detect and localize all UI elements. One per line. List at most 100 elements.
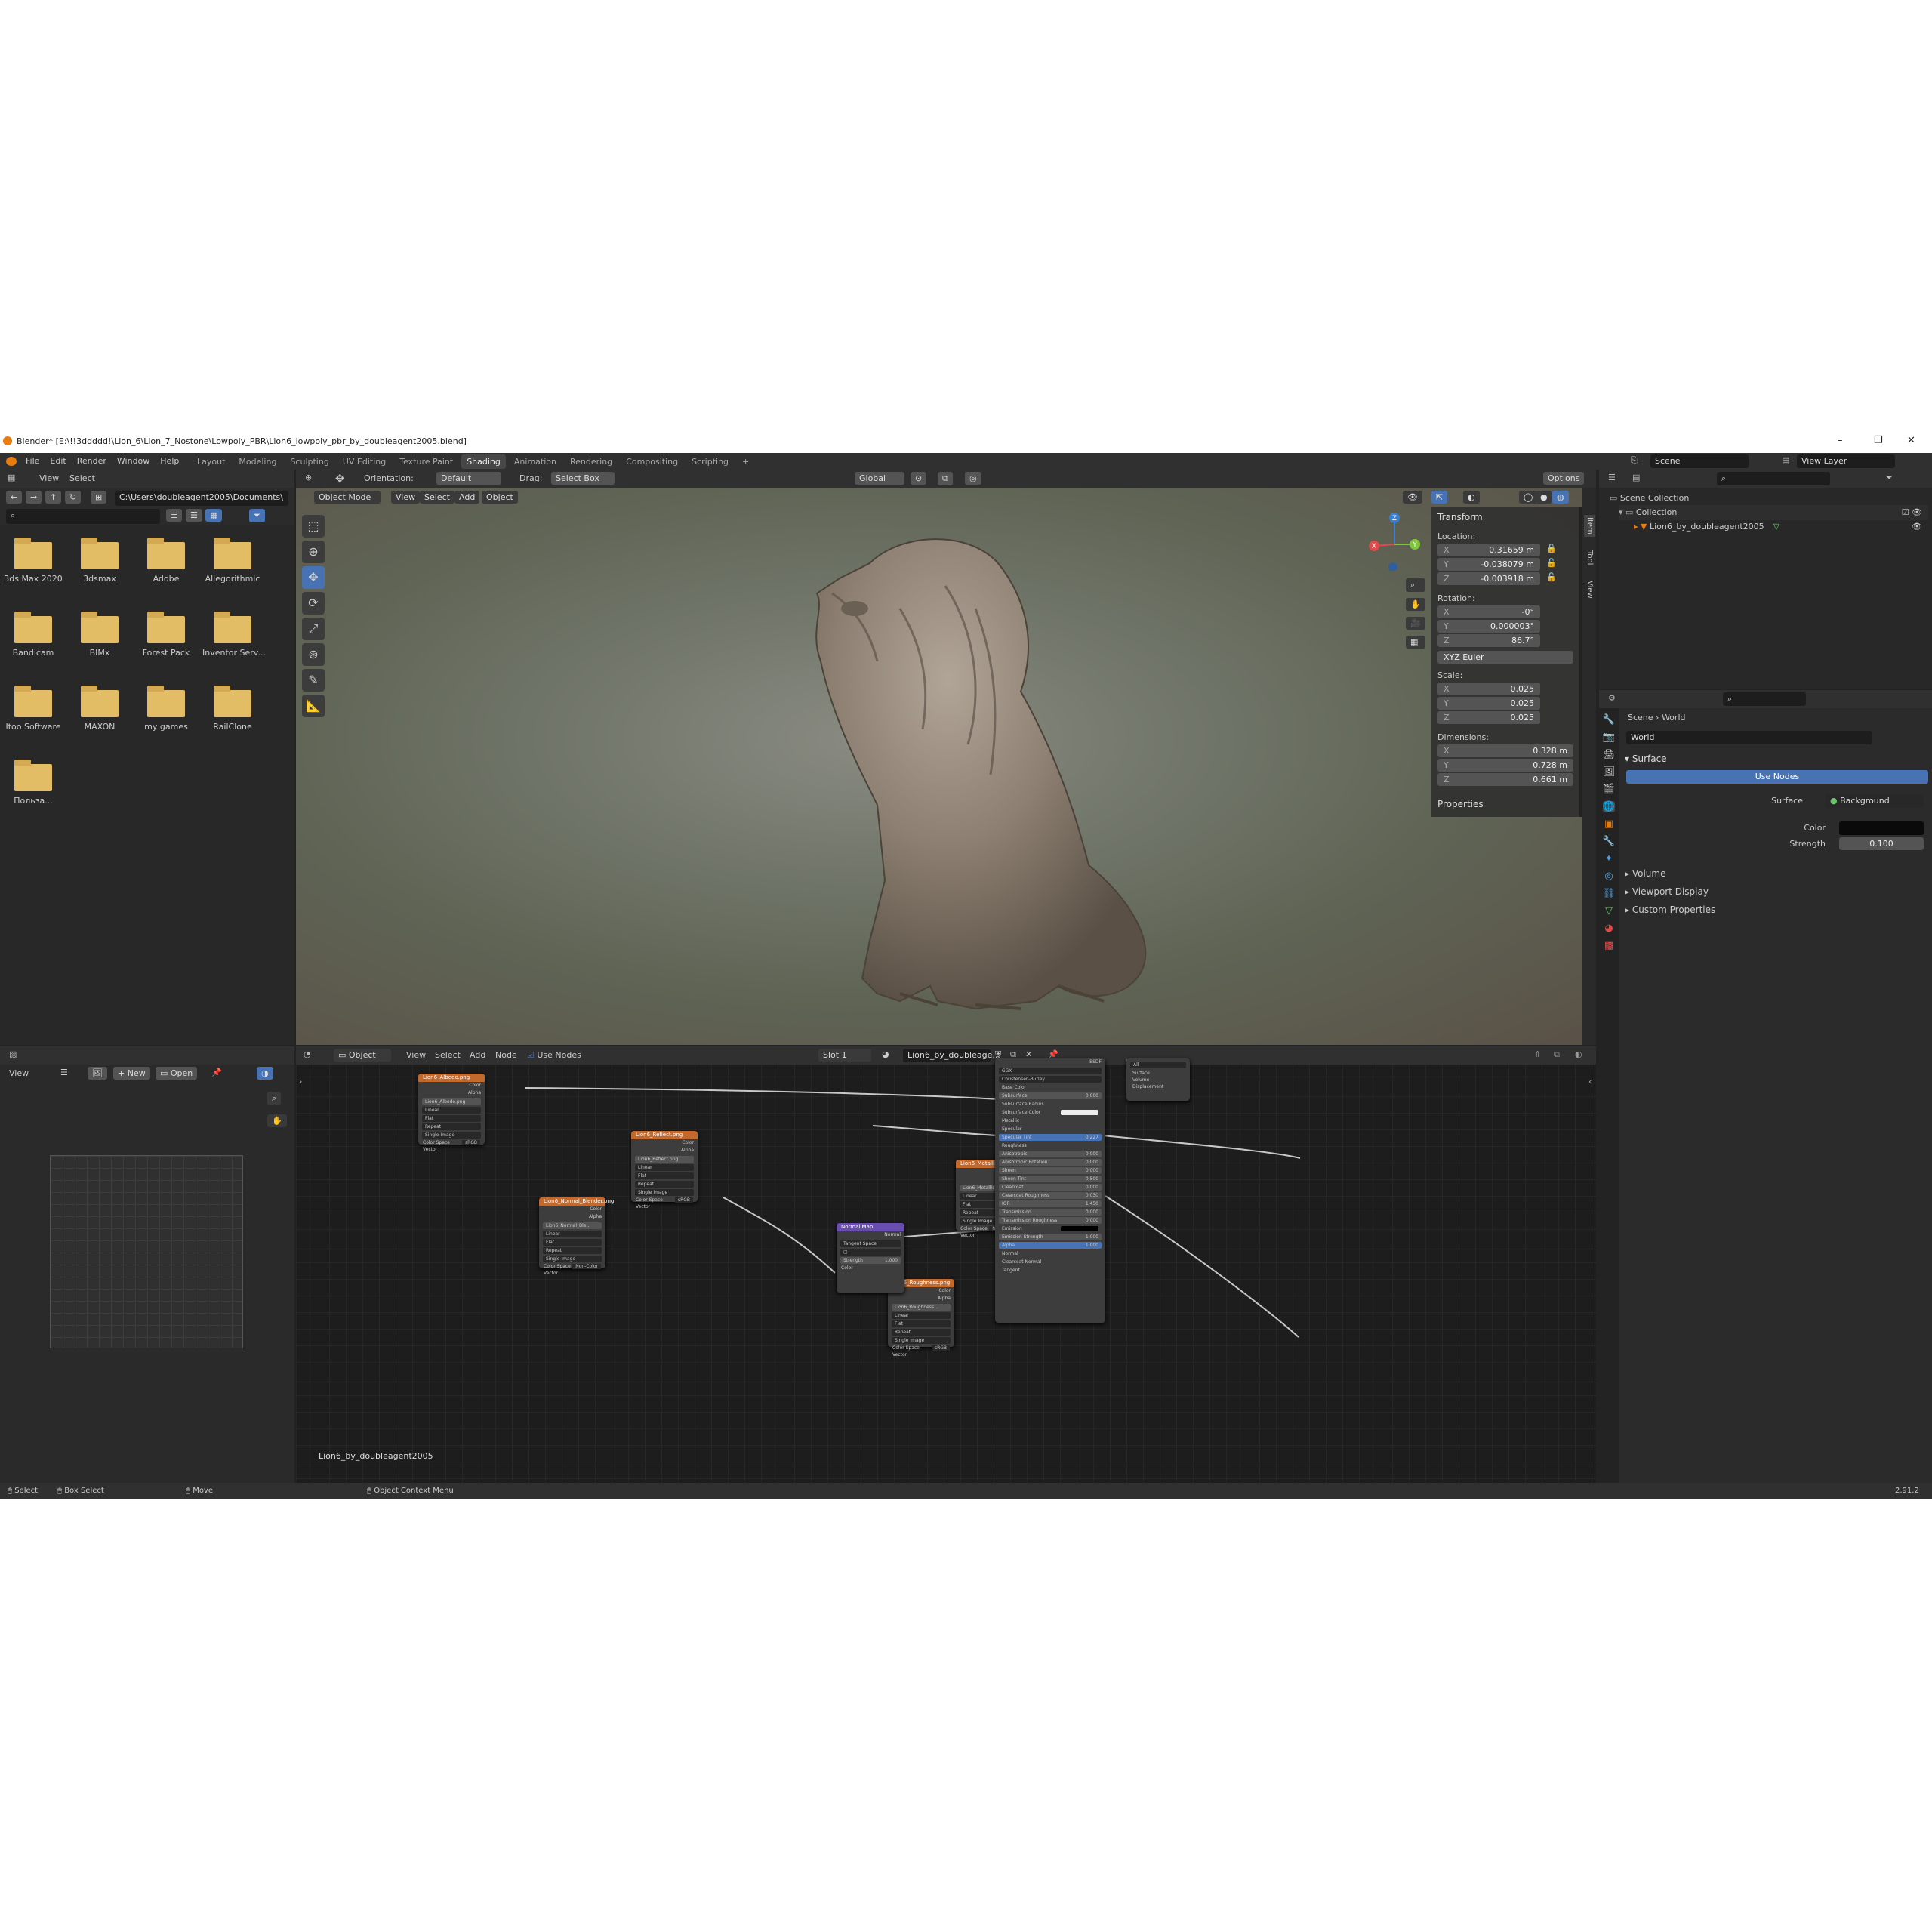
bsdf-input-anisotropic[interactable]: Anisotropic 0.000 [999,1151,1102,1157]
navigation-gizmo[interactable]: Z X Y [1368,510,1421,571]
fb-menu-view[interactable]: View [39,473,59,483]
scene-tab-icon[interactable]: 🎬 [1603,784,1615,795]
material-tab-icon[interactable]: ◕ [1604,923,1613,934]
bsdf-input-clearcoat-normal[interactable]: Clearcoat Normal [999,1259,1102,1265]
bsdf-input-ior[interactable]: IOR 1.450 [999,1200,1102,1207]
node-dropdown[interactable]: Linear [543,1231,602,1237]
workspace-tab-scripting[interactable]: Scripting [686,454,734,469]
object-row[interactable]: ▸ ▼ Lion6_by_doubleagent2005 ▽ 👁 [1634,519,1928,535]
bsdf-input-specular[interactable]: Specular [999,1126,1102,1132]
bsdf-input-transmission-roughness[interactable]: Transmission Roughness 0.000 [999,1217,1102,1224]
display-mode-icon[interactable]: ▤ [1632,473,1640,482]
tab-view[interactable]: View [1584,578,1595,601]
output-tab-icon[interactable]: 🖨 [1603,749,1616,760]
viewport-display-section[interactable]: ▸ Viewport Display [1625,886,1709,897]
world-tab-icon[interactable]: 🌐 [1602,801,1616,812]
filter-icon[interactable]: ⏷ [1886,473,1893,483]
node-dropdown[interactable]: Repeat [892,1329,951,1336]
gizmo-toggle-icon[interactable]: ⇱ [1431,491,1448,504]
shading-solid-icon[interactable]: ● [1536,491,1552,504]
view-layer-field[interactable]: View Layer [1797,454,1895,468]
folder-item[interactable]: Itoo Software [3,681,63,749]
folder-item[interactable]: Forest Pack [136,607,196,675]
visibility-icon[interactable]: ☑ 👁 [1902,505,1922,520]
overlay-toggle-icon[interactable]: ◐ [1463,491,1480,504]
bsdf-input-subsurface-radius[interactable]: Subsurface Radius [999,1101,1102,1108]
bsdf-input-roughness[interactable]: Roughness [999,1142,1102,1149]
visibility-icon[interactable]: 👁 [1403,491,1422,504]
node-dropdown[interactable]: Repeat [422,1123,481,1130]
bsdf-input-sheen-tint[interactable]: Sheen Tint 0.500 [999,1176,1102,1182]
folder-item[interactable]: 3ds Max 2020 [3,533,63,601]
bsdf-input-alpha[interactable]: Alpha 1.000 [999,1242,1102,1249]
lion-statue-model[interactable] [749,518,1428,1045]
location-y-field[interactable]: Y -0.038079 m [1437,558,1540,571]
folder-item[interactable]: Allegorithmic [202,533,263,601]
node-dropdown[interactable]: Single Image [543,1256,602,1262]
dimensions-x-field[interactable]: X 0.328 m [1437,744,1573,757]
fb-menu-select[interactable]: Select [69,473,95,483]
world-name-field[interactable]: World [1626,731,1872,744]
view-layer-icon[interactable]: ▤ [1782,455,1789,465]
bsdf-input-base-color[interactable]: Base Color [999,1084,1102,1091]
modifier-tab-icon[interactable]: 🔧 [1603,836,1615,847]
3d-viewport[interactable]: Object Mode View Select Add Object 👁 ⇱ ◐… [296,488,1582,1045]
image-file-field[interactable]: Lion6_Roughness... [892,1304,951,1311]
vp-menu-select[interactable]: Select [420,491,454,504]
node-dropdown[interactable]: Single Image [892,1337,951,1344]
annotate-tool-icon[interactable]: ✎ [302,669,325,692]
image-texture-node[interactable]: Lion6_Normal_Blender.png Color Alpha Lion6_… [539,1197,614,1276]
options-dropdown[interactable]: Options [1543,472,1585,485]
lock-icon[interactable]: 🔓 [1546,558,1557,568]
node-dropdown[interactable]: Linear [422,1107,481,1114]
move-tool-icon[interactable]: ✥ [335,472,345,485]
use-nodes-button[interactable]: Use Nodes [1626,770,1928,784]
editor-type-icon[interactable]: ▦ [8,473,15,482]
menu-file[interactable]: File [26,456,39,466]
uv-grid[interactable] [50,1155,243,1348]
lock-icon[interactable]: 🔓 [1546,572,1557,582]
gizmo-icon[interactable]: ◑ [257,1067,273,1080]
open-image-button[interactable]: ▭ Open [156,1067,198,1080]
close-window-button[interactable]: ✕ [1907,435,1915,446]
scale-z-field[interactable]: Z 0.025 [1437,711,1540,724]
color-space-row[interactable]: Color Space sRGB [888,1345,954,1352]
folder-item[interactable]: Inventor Serv... [202,607,266,675]
workspace-tab-shading[interactable]: Shading [461,454,506,469]
proportional-edit-icon[interactable]: ◎ [965,472,981,485]
drag-dropdown[interactable]: Select Box [551,472,615,485]
bsdf-input-anisotropic-rotation[interactable]: Anisotropic Rotation 0.000 [999,1159,1102,1166]
node-dropdown[interactable]: Single Image [635,1189,694,1196]
image-texture-node[interactable]: Lion6_Albedo.png Color Alpha Lion6_Albedo.p… [418,1074,485,1152]
refresh-icon[interactable]: ↻ [65,491,82,504]
view-menu[interactable]: View [9,1068,29,1078]
node-dropdown[interactable]: Flat [635,1172,694,1179]
node-dropdown[interactable]: Repeat [543,1247,602,1254]
toolbar-expand-icon[interactable]: › [299,1077,302,1086]
lock-icon[interactable]: 🔓 [1546,544,1557,553]
bsdf-input-emission[interactable]: Emission [999,1225,1102,1232]
shading-material-icon[interactable]: ◍ [1552,491,1569,504]
tab-tool[interactable]: Tool [1584,548,1595,567]
workspace-tab-layout[interactable]: Layout [192,454,230,469]
editor-type-icon[interactable]: ☰ [1608,473,1616,482]
folder-item[interactable]: Польза... [3,755,63,823]
emission-color-swatch[interactable] [1061,1226,1098,1231]
parent-dir-icon[interactable]: ↑ [45,491,62,504]
scene-field[interactable]: Scene [1650,454,1749,468]
color-space-row[interactable]: Color Space sRGB [418,1140,485,1147]
image-browse-icon[interactable]: 🖼 [88,1067,107,1080]
workspace-tab-modeling[interactable]: Modeling [233,454,282,469]
filter-icon[interactable]: ⏷ [249,509,265,522]
forward-icon[interactable]: → [26,491,42,504]
scale-tool-icon[interactable]: ⤢ [302,618,325,640]
uv-map-field[interactable]: ▢ [840,1249,901,1256]
pan-hand-icon[interactable]: ✋ [1406,598,1425,611]
workspace-tab-uv-editing[interactable]: UV Editing [337,454,391,469]
subsurface-method-dropdown[interactable]: Christensen-Burley [999,1076,1102,1083]
menu-window[interactable]: Window [117,456,149,466]
select-box-tool-icon[interactable]: ⬚ [302,515,325,538]
transform-title[interactable]: Transform [1437,512,1483,522]
bsdf-input-tangent[interactable]: Tangent [999,1267,1102,1274]
node-dropdown[interactable]: Linear [635,1164,694,1171]
